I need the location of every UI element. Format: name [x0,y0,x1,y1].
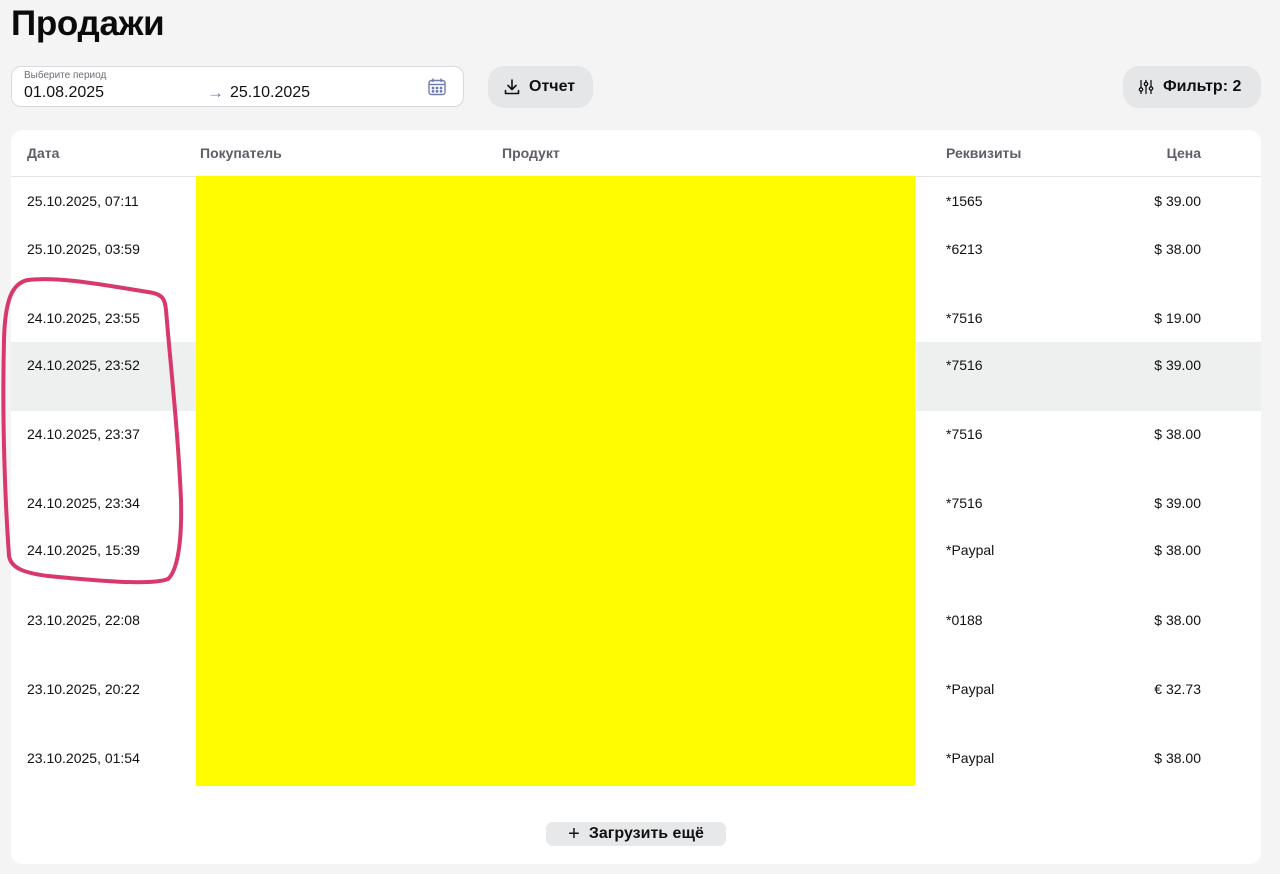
calendar-icon[interactable] [427,77,447,97]
table-header: Дата Покупатель Продукт Реквизиты Цена [11,130,1261,177]
cell-requisites: *7516 [946,310,983,326]
cell-date: 25.10.2025, 03:59 [27,241,140,257]
cell-price: $ 39.00 [1154,357,1201,373]
column-date[interactable]: Дата [27,145,59,161]
plus-icon: + [568,823,580,845]
load-more-button[interactable]: + Загрузить ещё [546,822,726,846]
cell-date: 23.10.2025, 20:22 [27,681,140,697]
filter-button[interactable]: Фильтр: 2 [1123,66,1261,108]
column-buyer[interactable]: Покупатель [200,145,282,161]
period-to-input[interactable]: 25.10.2025 [230,84,310,102]
cell-date: 24.10.2025, 23:52 [27,357,140,373]
period-from-input[interactable]: 01.08.2025 [24,84,104,102]
redaction-block [196,176,915,786]
page-title: Продажи [11,4,165,43]
cell-requisites: *0188 [946,612,983,628]
load-more-label: Загрузить ещё [588,825,704,842]
cell-price: $ 38.00 [1154,426,1201,442]
cell-requisites: *7516 [946,357,983,373]
period-picker[interactable]: Выберите период 01.08.2025 → 25.10.2025 [11,66,464,107]
cell-requisites: *Paypal [946,681,995,697]
cell-requisites: *Paypal [946,542,995,558]
cell-requisites: *1565 [946,193,983,209]
cell-date: 24.10.2025, 23:37 [27,426,140,442]
sliders-icon [1138,79,1154,95]
cell-requisites: *Paypal [946,750,995,766]
report-button[interactable]: Отчет [488,66,593,108]
cell-price: $ 39.00 [1154,495,1201,511]
cell-price: $ 38.00 [1154,750,1201,766]
cell-price: € 32.73 [1154,681,1201,697]
cell-date: 25.10.2025, 07:11 [27,193,139,209]
cell-price: $ 38.00 [1154,542,1201,558]
column-price[interactable]: Цена [1167,145,1201,161]
cell-price: $ 38.00 [1154,241,1201,257]
period-label: Выберите период [24,70,107,81]
cell-date: 24.10.2025, 23:34 [27,495,140,511]
cell-date: 24.10.2025, 23:55 [27,310,140,326]
report-button-label: Отчет [529,78,576,95]
cell-price: $ 39.00 [1154,193,1201,209]
sales-table: Дата Покупатель Продукт Реквизиты Цена 2… [11,130,1261,864]
cell-price: $ 19.00 [1154,310,1201,326]
cell-date: 23.10.2025, 22:08 [27,612,140,628]
cell-requisites: *7516 [946,495,983,511]
cell-date: 23.10.2025, 01:54 [27,750,140,766]
filter-button-label: Фильтр: 2 [1163,78,1242,95]
cell-price: $ 38.00 [1154,612,1201,628]
column-product[interactable]: Продукт [502,145,560,161]
column-requisites[interactable]: Реквизиты [946,145,1021,161]
download-icon [504,79,520,95]
cell-requisites: *7516 [946,426,983,442]
period-arrow-icon: → [207,83,224,102]
cell-date: 24.10.2025, 15:39 [27,542,140,558]
cell-requisites: *6213 [946,241,983,257]
